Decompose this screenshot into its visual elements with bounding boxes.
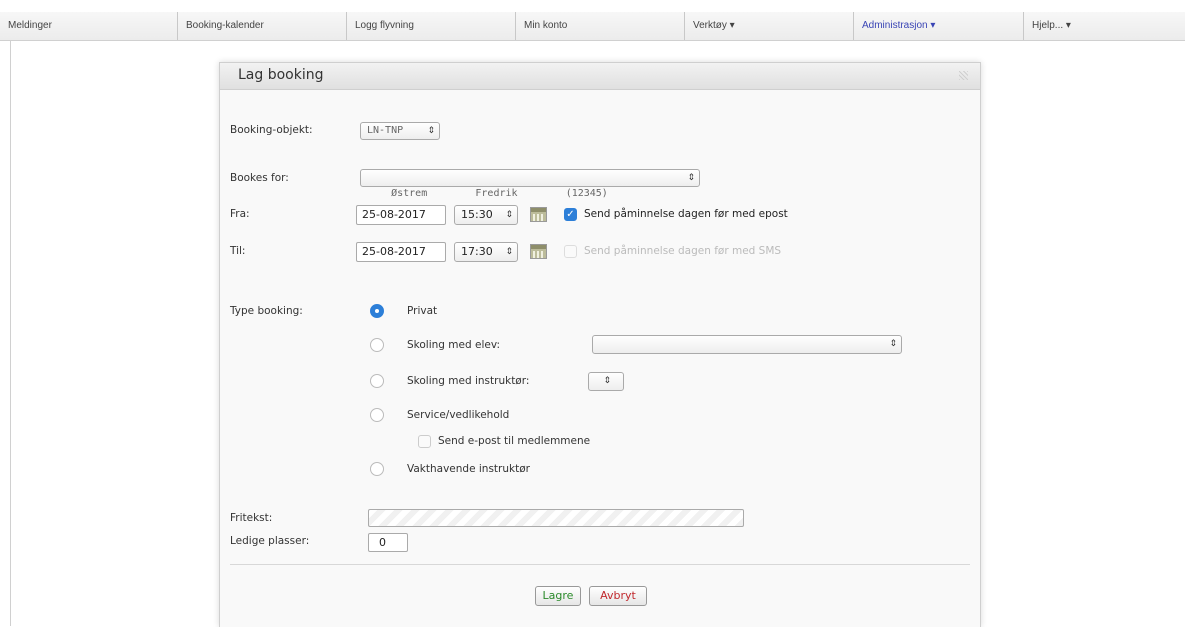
instructor-select[interactable]: ⇕ <box>588 372 624 391</box>
freetext-input[interactable] <box>368 509 744 527</box>
select-arrows-icon: ⇕ <box>427 126 435 136</box>
seats-input[interactable]: 0 <box>368 533 408 552</box>
resize-grip-icon[interactable] <box>959 71 968 80</box>
select-arrows-icon: ⇕ <box>505 247 513 257</box>
to-calendar-icon[interactable] <box>530 244 547 259</box>
from-date-input[interactable]: 25-08-2017 <box>356 205 446 225</box>
type-private-label: Privat <box>407 305 438 317</box>
to-time-select[interactable]: 17:30 ⇕ <box>454 242 518 262</box>
type-duty-instructor-radio[interactable] <box>370 462 384 476</box>
nav-help-menu[interactable]: Hjelp... ▾ <box>1023 12 1185 40</box>
booking-object-label: Booking-objekt: <box>230 124 313 136</box>
booked-for-value: Østrem Fredrik (12345) <box>391 188 608 199</box>
nav-tools-menu[interactable]: Verktøy ▾ <box>684 12 853 40</box>
type-service-label: Service/vedlikehold <box>407 409 510 421</box>
nav-booking-calendar[interactable]: Booking-kalender <box>177 12 346 40</box>
remind-email-checkbox[interactable]: ✓ <box>564 208 577 221</box>
select-arrows-icon: ⇕ <box>505 210 513 220</box>
freetext-label: Fritekst: <box>230 512 273 524</box>
type-private-radio[interactable] <box>370 304 384 318</box>
page-border <box>10 40 11 626</box>
booked-for-select[interactable]: Østrem Fredrik (12345) ⇕ <box>360 169 700 199</box>
select-arrows-icon: ⇕ <box>889 339 897 349</box>
create-booking-dialog: Lag booking Booking-objekt: LN-TNP ⇕ Boo… <box>219 62 981 627</box>
nav-admin-menu[interactable]: Administrasjon ▾ <box>853 12 1023 40</box>
nav-log-flight[interactable]: Logg flyvning <box>346 12 515 40</box>
from-time-value: 15:30 <box>461 208 493 221</box>
to-time-value: 17:30 <box>461 245 493 258</box>
type-student-radio[interactable] <box>370 338 384 352</box>
from-calendar-icon[interactable] <box>530 207 547 222</box>
booking-type-label: Type booking: <box>230 305 303 317</box>
booking-object-value: LN-TNP <box>367 125 404 136</box>
type-service-radio[interactable] <box>370 408 384 422</box>
type-instructor-radio[interactable] <box>370 374 384 388</box>
booking-object-select[interactable]: LN-TNP ⇕ <box>360 122 440 140</box>
select-arrows-icon: ⇕ <box>603 376 611 386</box>
dialog-title: Lag booking <box>238 67 324 83</box>
select-arrows-icon: ⇕ <box>687 173 695 183</box>
to-date-input[interactable]: 25-08-2017 <box>356 242 446 262</box>
nav-messages[interactable]: Meldinger <box>0 12 177 40</box>
footer-divider <box>230 564 970 565</box>
student-select[interactable]: ⇕ <box>592 335 902 354</box>
to-label: Til: <box>230 245 246 257</box>
top-nav: Meldinger Booking-kalender Logg flyvning… <box>0 12 1185 41</box>
dialog-titlebar[interactable]: Lag booking <box>220 63 980 90</box>
type-duty-instructor-label: Vakthavende instruktør <box>407 463 530 475</box>
from-time-select[interactable]: 15:30 ⇕ <box>454 205 518 225</box>
nav-my-account[interactable]: Min konto <box>515 12 684 40</box>
type-instructor-label: Skoling med instruktør: <box>407 375 530 387</box>
remind-sms-checkbox[interactable] <box>564 245 577 258</box>
cancel-button[interactable]: Avbryt <box>589 586 647 606</box>
booked-for-label: Bookes for: <box>230 172 289 184</box>
notify-members-label: Send e-post til medlemmene <box>438 435 591 447</box>
seats-label: Ledige plasser: <box>230 535 310 547</box>
remind-sms-label: Send påminnelse dagen før med SMS <box>584 245 782 257</box>
type-student-label: Skoling med elev: <box>407 339 500 351</box>
from-label: Fra: <box>230 208 250 220</box>
remind-email-label: Send påminnelse dagen før med epost <box>584 208 788 220</box>
save-button[interactable]: Lagre <box>535 586 581 606</box>
notify-members-checkbox[interactable] <box>418 435 431 448</box>
